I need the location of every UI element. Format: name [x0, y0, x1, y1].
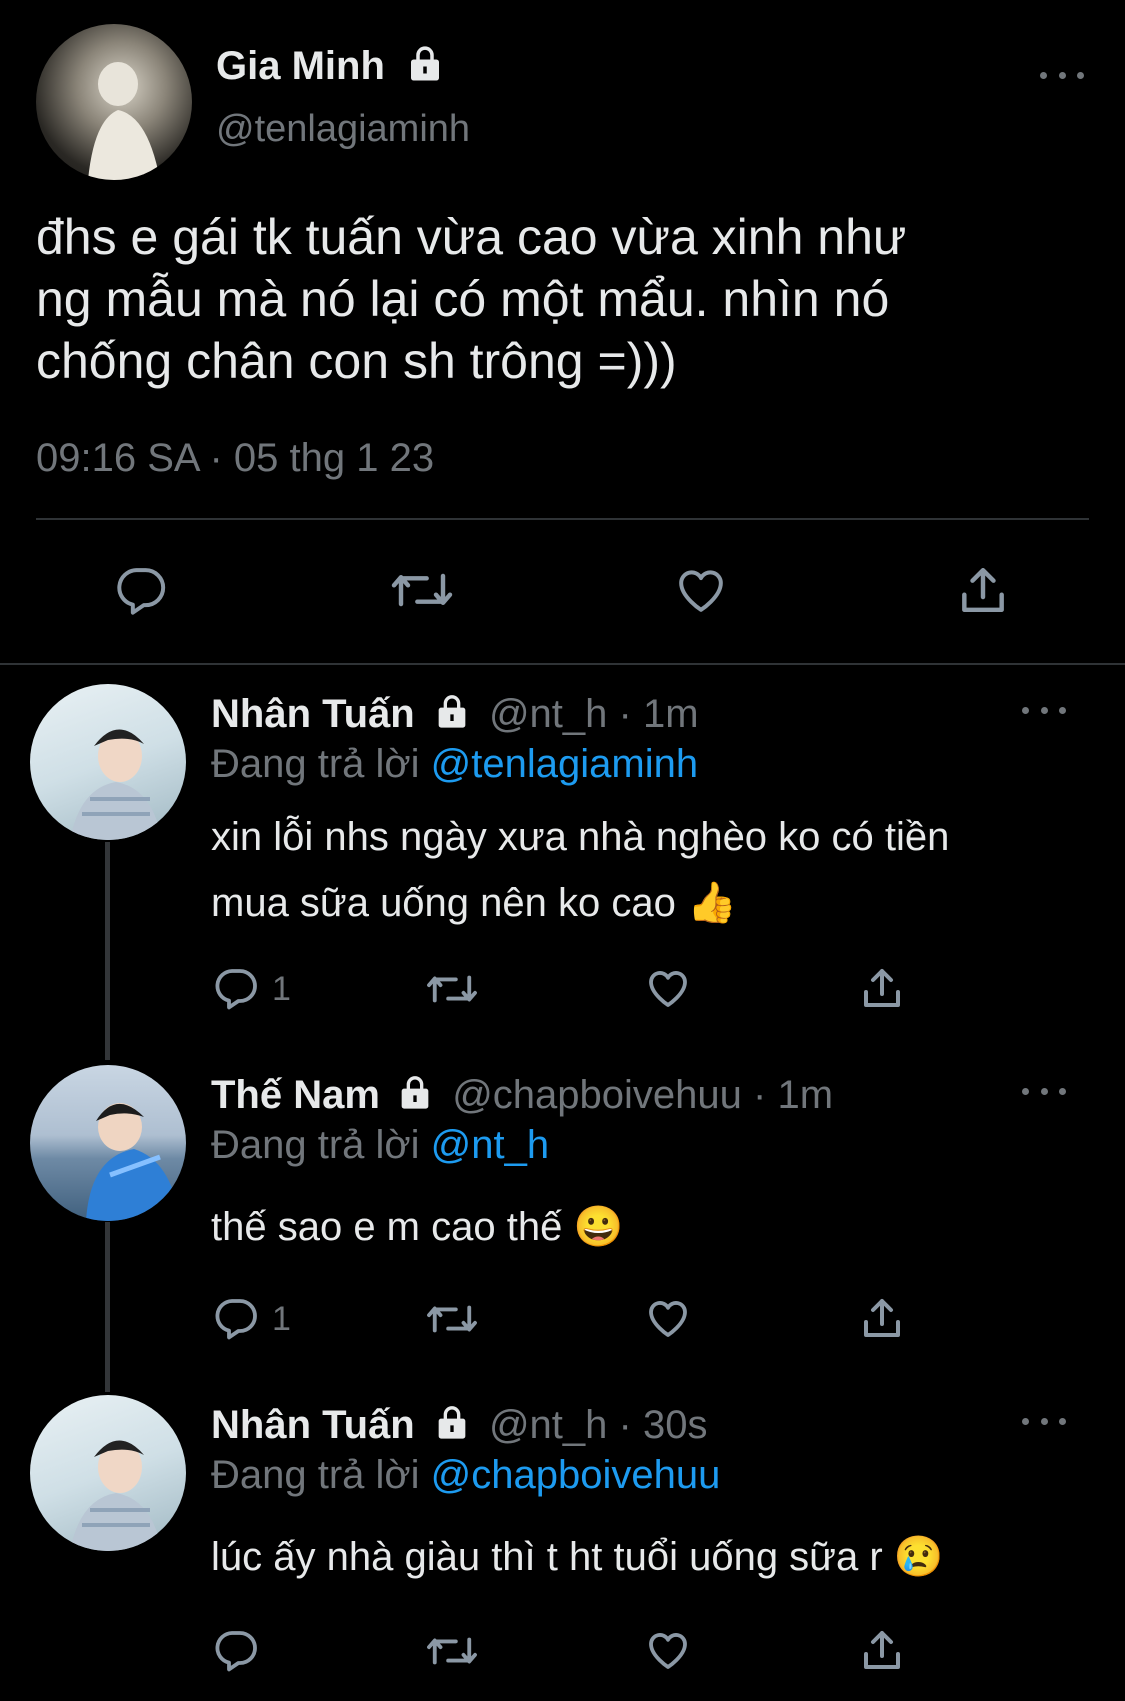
tweet-text: thế sao e m cao thế 😀	[211, 1205, 624, 1249]
replying-to-link[interactable]: @tenlagiaminh	[431, 742, 698, 786]
more-icon[interactable]	[1040, 65, 1084, 85]
lock-icon	[432, 691, 472, 742]
tweet-text: đhs e gái tk tuấn vừa cao vừa xinh như n…	[36, 209, 907, 389]
handle[interactable]: @nt_h	[489, 1403, 607, 1447]
more-icon[interactable]	[1022, 1081, 1066, 1101]
divider	[0, 663, 1125, 665]
like-icon[interactable]	[643, 1626, 693, 1674]
share-icon[interactable]	[955, 562, 1011, 618]
display-name[interactable]: Gia Minh	[216, 44, 385, 88]
more-icon[interactable]	[1022, 1411, 1066, 1431]
replying-to-link[interactable]: @chapboivehuu	[431, 1453, 721, 1497]
avatar[interactable]	[36, 24, 192, 180]
divider	[36, 518, 1089, 520]
display-name[interactable]: Nhân Tuấn	[211, 692, 415, 736]
reply-icon[interactable]	[113, 562, 169, 618]
handle[interactable]: @tenlagiaminh	[216, 108, 470, 151]
like-icon[interactable]	[643, 964, 693, 1012]
display-name[interactable]: Thế Nam	[211, 1073, 380, 1117]
avatar[interactable]	[30, 1065, 186, 1221]
display-name[interactable]: Nhân Tuấn	[211, 1403, 415, 1447]
reply-icon[interactable]	[212, 1294, 260, 1342]
time: · 30s	[618, 1403, 708, 1447]
share-icon[interactable]	[858, 1626, 906, 1674]
tweet-text: xin lỗi nhs ngày xưa nhà nghèo ko có tiề…	[211, 815, 950, 925]
replying-to-label: Đang trả lời	[211, 1123, 420, 1167]
retweet-icon[interactable]	[424, 1628, 480, 1674]
avatar[interactable]	[30, 684, 186, 840]
like-icon[interactable]	[672, 562, 730, 618]
lock-icon	[432, 1402, 472, 1453]
share-icon[interactable]	[858, 1294, 906, 1342]
thread-line	[105, 1222, 110, 1392]
handle[interactable]: @chapboivehuu	[452, 1073, 742, 1117]
retweet-icon[interactable]	[424, 1296, 480, 1342]
replying-to-link[interactable]: @nt_h	[431, 1123, 549, 1167]
avatar[interactable]	[30, 1395, 186, 1551]
reply-icon[interactable]	[212, 964, 260, 1012]
tweet-text: lúc ấy nhà giàu thì t ht tuổi uống sữa r…	[211, 1535, 944, 1579]
replying-to-label: Đang trả lời	[211, 1453, 420, 1497]
more-icon[interactable]	[1022, 700, 1066, 720]
lock-icon	[395, 1072, 435, 1123]
replying-to-label: Đang trả lời	[211, 742, 420, 786]
share-icon[interactable]	[858, 964, 906, 1012]
lock-icon	[404, 42, 446, 95]
reply-count: 1	[272, 1300, 291, 1338]
reply-count: 1	[272, 970, 291, 1008]
time: · 1m	[753, 1073, 834, 1117]
reply-icon[interactable]	[212, 1626, 260, 1674]
retweet-icon[interactable]	[388, 562, 456, 618]
handle[interactable]: @nt_h	[489, 692, 607, 736]
retweet-icon[interactable]	[424, 966, 480, 1012]
time: · 1m	[618, 692, 699, 736]
thread-line	[105, 842, 110, 1060]
like-icon[interactable]	[643, 1294, 693, 1342]
timestamp[interactable]: 09:16 SA · 05 thg 1 23	[36, 436, 434, 481]
